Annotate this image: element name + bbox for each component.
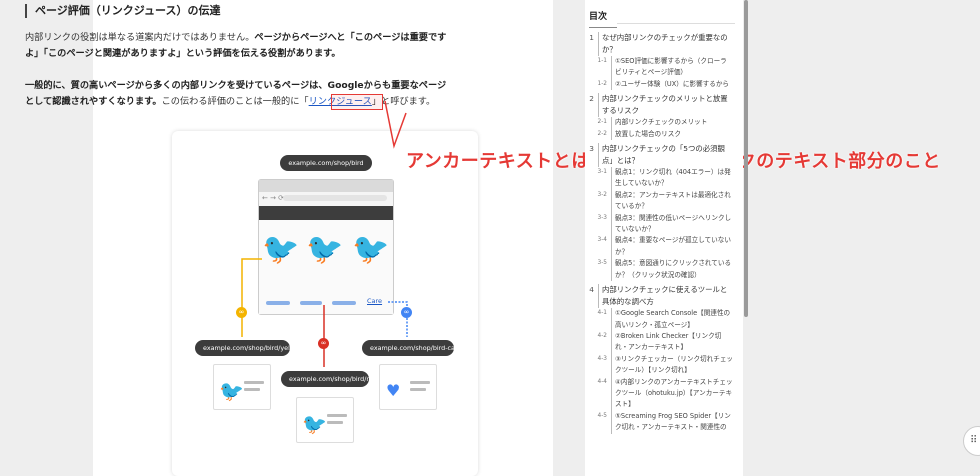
toc-title: 目次	[589, 9, 617, 28]
toc-item[interactable]: 2-1 内部リンクチェックのメリット	[585, 117, 733, 129]
toc-item-label: 観点1：リンク切れ（404エラー）は発生していないか？	[611, 167, 733, 190]
link-blue-icon: ∞	[401, 307, 412, 318]
toc-item-label: ①SEO評価に影響するから（クローラビリティとページ評価）	[611, 56, 733, 79]
toc-item-number: 2-2	[597, 130, 607, 137]
toc-item-label: 観点2：アンカーテキストは最適化されているか？	[611, 189, 733, 213]
toc-item-number: 2-1	[597, 119, 607, 126]
url-pill-right: example.com/shop/bird-care	[362, 340, 461, 356]
toc-item[interactable]: 4-3 ③リンクチェッカー（リンク切れチェックツール）【リンク切れ】	[585, 353, 733, 377]
toc-item[interactable]: 3-5 観点5：意図通りにクリックされているか？（クリック状況の確認）	[585, 258, 733, 282]
toc-item-number: 3-3	[597, 214, 607, 221]
toc-item[interactable]: 1 なぜ内部リンクのチェックが重要なのか？	[585, 32, 733, 56]
toc-item[interactable]: 4-4 ④内部リンクのアンカーテキストチェックツール（ohotuku.jp）【アン…	[585, 376, 733, 411]
toc-item-number: 4	[589, 285, 594, 295]
toc-item[interactable]: 4-2 ②Broken Link Checker【リンク切れ・アンカーテキスト】	[585, 330, 733, 354]
toc-item[interactable]: 4-1 ①Google Search Console【関連性の高いリンク・孤立ペー…	[585, 308, 733, 331]
yellow-bird-small-icon: 🐦	[219, 379, 244, 403]
toc-item[interactable]: 3-4 観点4：重要なページが孤立していないか？	[585, 235, 733, 259]
connector-yellow	[241, 258, 262, 337]
toc-item-number: 1	[589, 33, 594, 42]
toc-item-number: 4-2	[597, 332, 607, 339]
toc-item-number: 4-3	[597, 355, 607, 362]
annotation-pointer	[384, 100, 407, 149]
anchor-text-highlight	[331, 94, 383, 110]
toc-item-label: ⑤Screaming Frog SEO Spider【リンク切れ・アンカーテキス…	[611, 410, 733, 434]
toc-item-label: ②Broken Link Checker【リンク切れ・アンカーテキスト】	[611, 330, 733, 354]
toc-item-label: ①Google Search Console【関連性の高いリンク・孤立ページ】	[611, 308, 733, 331]
red-bird-small-icon: 🐦	[302, 412, 327, 436]
toc-scrollbar[interactable]	[744, 0, 748, 317]
toc-item[interactable]: 1-2 ②ユーザー体験（UX）に影響するから	[585, 78, 733, 91]
toc-item-label: 内部リンクチェックの「5つの必須観点」とは？	[598, 143, 733, 168]
table-of-contents: 目次 1 なぜ内部リンクのチェックが重要なのか？ 1-1 ①SEO評価に影響するから（…	[585, 0, 743, 476]
toc-item-number: 3-2	[597, 191, 607, 198]
toc-item[interactable]: 4 内部リンクチェックに使えるツールと具体的な調べ方	[585, 284, 733, 309]
toc-item[interactable]: 3 内部リンクチェックの「5つの必須観点」とは？	[585, 143, 733, 168]
toc-item-label: 観点3：関連性の低いページへリンクしていないか？	[611, 212, 733, 236]
toc-item-label: ④内部リンクのアンカーテキストチェックツール（ohotuku.jp）【アンカーテ…	[611, 376, 733, 411]
url-pill-mid: example.com/shop/bird/red	[281, 371, 377, 387]
toc-item-number: 1-2	[597, 80, 607, 87]
toc-item-label: 内部リンクチェックのメリット	[611, 117, 733, 129]
toc-item[interactable]: 3-3 観点3：関連性の低いページへリンクしていないか？	[585, 212, 733, 236]
mini-page-red: 🐦	[296, 397, 354, 443]
toc-item-number: 3-1	[597, 169, 607, 176]
mini-page-yellow: 🐦	[213, 364, 271, 410]
toc-item-label: ②ユーザー体験（UX）に影響するから	[611, 78, 733, 91]
heart-icon: ♥	[386, 381, 401, 400]
toc-item-label: 内部リンクチェックに使えるツールと具体的な調べ方	[598, 284, 733, 309]
link-yellow-icon: ∞	[236, 307, 247, 318]
toc-item-number: 3	[589, 144, 594, 154]
toc-item-number: 3-5	[597, 260, 607, 267]
link-red-icon: ∞	[318, 338, 329, 349]
toc-item-label: 観点4：重要なページが孤立していないか？	[611, 235, 733, 259]
mini-page-care: ♥	[379, 364, 437, 410]
toc-list: 1 なぜ内部リンクのチェックが重要なのか？ 1-1 ①SEO評価に影響するから（クロー…	[585, 32, 733, 434]
connector-lines	[241, 100, 408, 367]
url-pill-left: example.com/shop/bird/yellow	[195, 340, 301, 356]
toc-item-label: 内部リンクチェックのメリットと放置するリスク	[598, 93, 733, 118]
toc-item-label: 観点5：意図通りにクリックされているか？（クリック状況の確認）	[611, 258, 733, 282]
toc-item[interactable]: 2-2 放置した場合のリスク	[585, 128, 733, 141]
toc-item[interactable]: 4-5 ⑤Screaming Frog SEO Spider【リンク切れ・アンカー…	[585, 410, 733, 434]
toc-item-label: 放置した場合のリスク	[611, 128, 733, 141]
toc-item-number: 4-1	[597, 310, 607, 317]
toc-item-number: 4-4	[597, 378, 607, 385]
toc-item-label: なぜ内部リンクのチェックが重要なのか？	[598, 32, 733, 56]
toc-item-number: 4-5	[597, 412, 607, 419]
toc-item-number: 2	[589, 94, 594, 104]
toc-item-number: 3-4	[597, 237, 607, 244]
toc-item[interactable]: 3-1 観点1：リンク切れ（404エラー）は発生していないか？	[585, 167, 733, 190]
toc-item[interactable]: 3-2 観点2：アンカーテキストは最適化されているか？	[585, 189, 733, 213]
toc-item[interactable]: 2 内部リンクチェックのメリットと放置するリスク	[585, 93, 733, 118]
toc-item-label: ③リンクチェッカー（リンク切れチェックツール）【リンク切れ】	[611, 353, 733, 377]
toc-item[interactable]: 1-1 ①SEO評価に影響するから（クローラビリティとページ評価）	[585, 56, 733, 79]
toc-item-number: 1-1	[597, 58, 607, 64]
